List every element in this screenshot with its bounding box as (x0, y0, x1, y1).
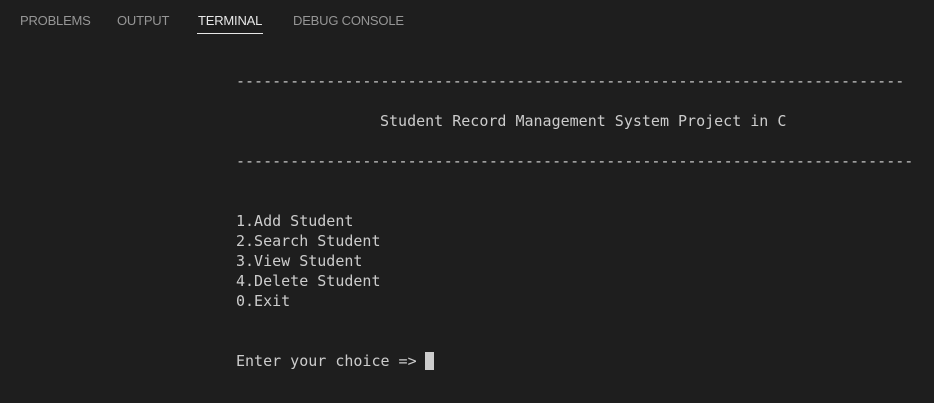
tab-output[interactable]: OUTPUT (117, 13, 169, 35)
terminal-cursor (425, 352, 434, 370)
menu-item-exit: 0.Exit (236, 292, 291, 310)
terminal-prompt: Enter your choice => (236, 352, 417, 370)
terminal-output[interactable]: ----------------------------------------… (0, 40, 934, 403)
tab-problems[interactable]: PROBLEMS (20, 13, 91, 35)
tab-debug-console[interactable]: DEBUG CONSOLE (293, 13, 404, 35)
terminal-title: Student Record Management System Project… (380, 112, 787, 130)
tab-terminal[interactable]: TERMINAL (196, 13, 264, 35)
menu-item-delete-student: 4.Delete Student (236, 272, 381, 290)
panel-tab-bar: PROBLEMS OUTPUT TERMINAL DEBUG CONSOLE (0, 0, 934, 40)
menu-item-search-student: 2.Search Student (236, 232, 381, 250)
terminal-divider-bottom: ----------------------------------------… (236, 152, 914, 170)
terminal-divider-top: ----------------------------------------… (236, 72, 905, 90)
menu-item-add-student: 1.Add Student (236, 212, 354, 230)
menu-item-view-student: 3.View Student (236, 252, 363, 270)
